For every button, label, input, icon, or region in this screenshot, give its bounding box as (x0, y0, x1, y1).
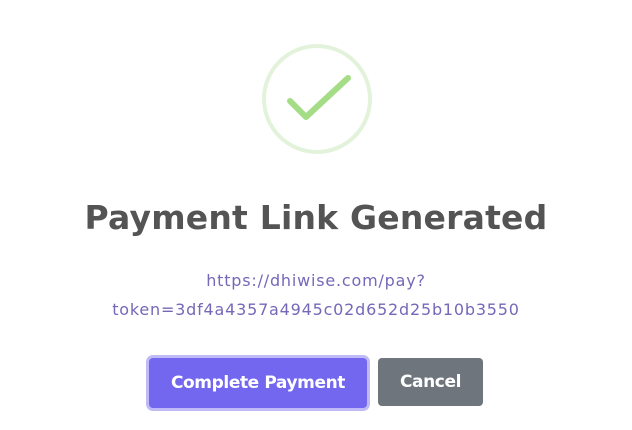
payment-link-line-1[interactable]: https://dhiwise.com/pay? (0, 266, 632, 295)
cancel-button[interactable]: Cancel (378, 358, 483, 406)
dialog-title: Payment Link Generated (84, 198, 548, 237)
payment-link[interactable]: https://dhiwise.com/pay? token=3df4a4357… (0, 266, 632, 324)
payment-dialog: Payment Link Generated https://dhiwise.c… (0, 0, 632, 430)
payment-link-line-2[interactable]: token=3df4a4357a4945c02d652d25b10b3550 (0, 295, 632, 324)
checkmark-success-icon (262, 44, 372, 154)
checkmark-icon (287, 75, 351, 120)
complete-payment-button[interactable]: Complete Payment (149, 358, 367, 408)
